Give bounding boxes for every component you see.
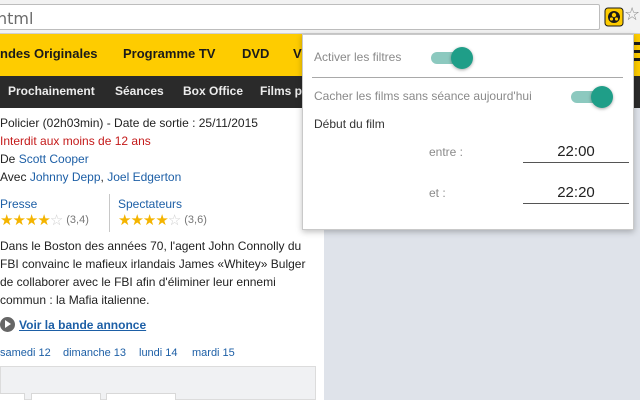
showtime-slot[interactable] (31, 393, 101, 400)
toggle-knob (591, 86, 613, 108)
nav-item-programme-tv[interactable]: Programme TV (123, 46, 215, 61)
star-icon: ★ (130, 212, 143, 229)
rating-divider (109, 194, 110, 232)
and-label: et : (429, 186, 446, 200)
press-stars: ★★★★☆ (3,4) (0, 212, 89, 229)
cast-prefix: Avec (0, 170, 27, 184)
hide-no-showtime-toggle[interactable] (571, 86, 613, 108)
end-time-input[interactable] (523, 182, 629, 204)
play-icon (0, 317, 15, 333)
activate-filters-toggle[interactable] (431, 47, 473, 69)
cast-line: Avec Johnny Depp, Joel Edgerton (0, 170, 181, 184)
day-tab-saturday[interactable]: samedi 12 (0, 347, 51, 359)
hide-no-showtime-label: Cacher les films sans séance aujourd'hui (314, 89, 532, 103)
star-empty-icon: ☆ (167, 212, 181, 229)
film-start-heading: Début du film (314, 117, 385, 131)
browser-toolbar: html ☆ (0, 0, 640, 34)
movie-genre-line: Policier (02h03min) - Date de sortie : 2… (0, 116, 258, 130)
nav-item-v[interactable]: V (293, 46, 302, 61)
star-empty-icon: ☆ (49, 212, 63, 229)
start-time-input[interactable] (523, 141, 629, 163)
star-icon: ★ (12, 212, 25, 229)
spectators-rating-label[interactable]: Spectateurs (118, 197, 182, 211)
actor-link-2[interactable]: Joel Edgerton (107, 170, 181, 184)
star-icon: ★ (142, 212, 156, 229)
subnav-item-prochainement[interactable]: Prochainement (8, 84, 95, 98)
allocine-extension-icon[interactable] (604, 7, 624, 27)
toggle-knob (451, 47, 473, 69)
movie-card: Policier (02h03min) - Date de sortie : 2… (0, 108, 324, 400)
between-label: entre : (429, 145, 464, 159)
movie-synopsis: Dans le Boston des années 70, l'agent Jo… (0, 239, 306, 307)
day-tab-tuesday[interactable]: mardi 15 (192, 347, 235, 359)
activate-filters-label: Activer les filtres (314, 50, 402, 64)
day-tab-sunday[interactable]: dimanche 13 (63, 347, 126, 359)
nav-item-originales[interactable]: ndes Originales (0, 46, 98, 61)
bookmark-star-icon[interactable]: ☆ (624, 4, 640, 24)
star-half-icon: ★ (37, 212, 50, 229)
trailer-label[interactable]: Voir la bande annonce (19, 318, 146, 332)
director-prefix: De (0, 152, 16, 166)
address-bar[interactable]: html (0, 4, 600, 30)
showtime-slot[interactable] (0, 393, 25, 400)
day-tab-monday[interactable]: lundi 14 (139, 347, 178, 359)
subnav-item-box-office[interactable]: Box Office (183, 84, 243, 98)
showtimes-panel (0, 366, 316, 400)
showtime-slot[interactable] (106, 393, 176, 400)
url-text: html (0, 9, 34, 28)
star-icon: ★ (0, 212, 13, 229)
nav-item-dvd[interactable]: DVD (242, 46, 269, 61)
subnav-item-seances[interactable]: Séances (115, 84, 164, 98)
spectators-stars: ★★★★☆ (3,6) (118, 212, 207, 229)
director-line: De Scott Cooper (0, 152, 89, 166)
cast-separator: , (100, 170, 104, 184)
star-icon: ★ (24, 212, 38, 229)
popup-separator (312, 77, 623, 78)
star-half-icon: ★ (155, 212, 168, 229)
age-rating-warning: Interdit aux moins de 12 ans (0, 134, 151, 148)
trailer-link[interactable]: Voir la bande annonce (0, 316, 146, 333)
star-icon: ★ (118, 212, 131, 229)
actor-link-1[interactable]: Johnny Depp (30, 170, 101, 184)
filter-popup: Activer les filtres Cacher les films san… (302, 34, 634, 230)
spectators-score: (3,6) (184, 214, 207, 226)
director-link[interactable]: Scott Cooper (19, 152, 89, 166)
press-score: (3,4) (66, 214, 89, 226)
press-rating-label[interactable]: Presse (0, 197, 37, 211)
